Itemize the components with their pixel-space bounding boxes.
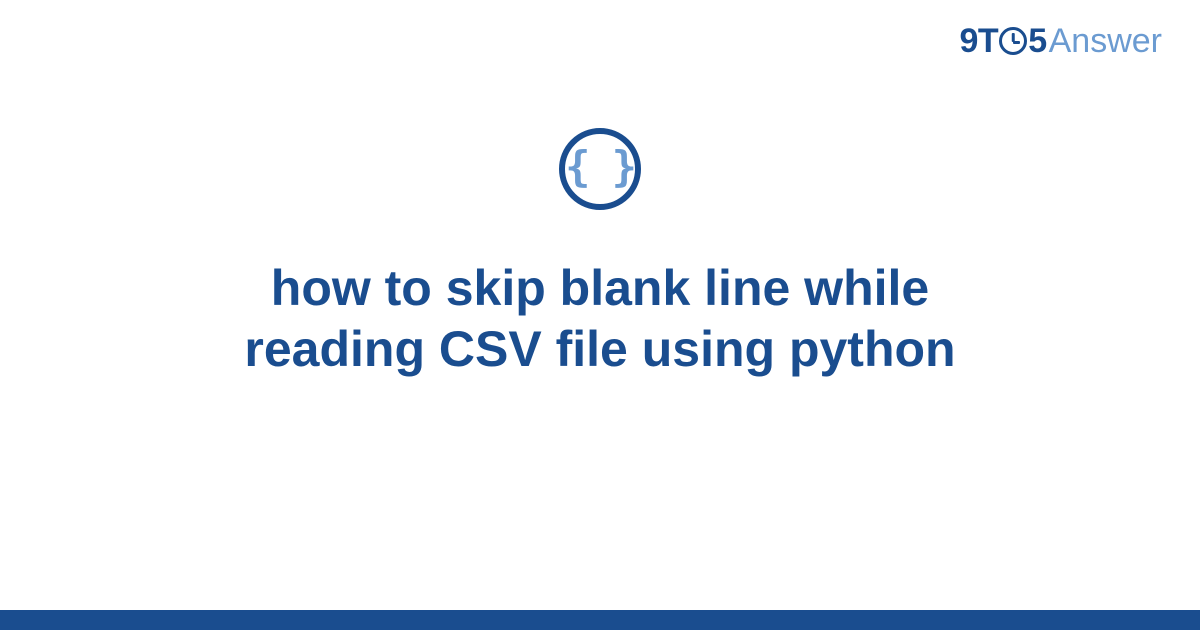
code-braces-icon: { }: [559, 128, 641, 210]
logo-text-5: 5: [1028, 22, 1046, 61]
question-title: how to skip blank line while reading CSV…: [150, 258, 1050, 380]
site-logo: 9T 5 Answer: [960, 22, 1162, 61]
logo-text-answer: Answer: [1049, 22, 1162, 61]
braces-glyph: { }: [565, 146, 635, 188]
clock-icon: [999, 27, 1027, 55]
logo-text-9t: 9T: [960, 22, 999, 61]
main-content: { } how to skip blank line while reading…: [0, 128, 1200, 380]
footer-bar: [0, 610, 1200, 630]
